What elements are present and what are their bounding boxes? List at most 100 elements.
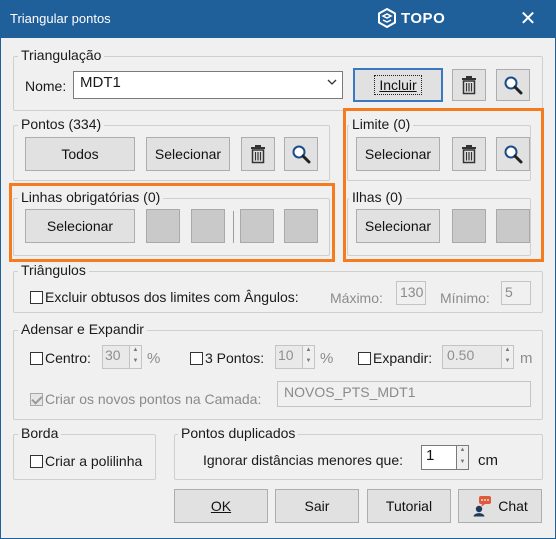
- brand-logo: TOPO: [378, 8, 445, 28]
- up-arrow-icon[interactable]: ▲: [130, 346, 141, 357]
- points-delete-button[interactable]: [241, 137, 275, 171]
- name-value: MDT1: [80, 74, 121, 91]
- lines-select-button[interactable]: Selecionar: [25, 209, 135, 243]
- exclude-obtuse-box[interactable]: [30, 290, 43, 304]
- lines-separator: [233, 211, 234, 243]
- expand-checkbox[interactable]: Expandir:: [358, 350, 432, 366]
- adensar-label: Adensar e Expandir: [18, 321, 147, 337]
- points-search-button[interactable]: [284, 137, 318, 171]
- limite-label: Limite (0): [349, 116, 414, 132]
- all-points-button[interactable]: Todos: [25, 137, 135, 171]
- ignore-distance-value: 1: [421, 445, 457, 470]
- ilhas-label: Ilhas (0): [349, 189, 406, 205]
- islands-select-button[interactable]: Selecionar: [356, 209, 440, 243]
- up-arrow-icon[interactable]: ▲: [303, 346, 314, 357]
- center-spinner[interactable]: 30 ▲ ▼: [102, 345, 142, 369]
- min-angle-input[interactable]: 5: [501, 281, 531, 305]
- create-layer-checkbox[interactable]: Criar os novos pontos na Camada:: [30, 391, 261, 407]
- ok-button[interactable]: OK: [174, 489, 268, 523]
- ignore-distance-spinner[interactable]: 1 ▲ ▼: [421, 445, 469, 470]
- min-label: Mínimo:: [440, 290, 490, 306]
- layer-name-input[interactable]: NOVOS_PTS_MDT1: [277, 381, 531, 407]
- lines-select-label: Selecionar: [46, 218, 114, 234]
- down-arrow-icon[interactable]: ▼: [502, 357, 513, 368]
- points-select-label: Selecionar: [154, 146, 222, 162]
- include-label: Incluir: [374, 75, 422, 95]
- down-arrow-icon[interactable]: ▼: [457, 458, 468, 470]
- center-value: 30: [102, 345, 130, 369]
- linhas-label: Linhas obrigatórias (0): [18, 189, 164, 205]
- max-label: Máximo:: [330, 290, 383, 306]
- ok-label: OK: [210, 498, 232, 514]
- spinner-arrows[interactable]: ▲ ▼: [130, 345, 142, 369]
- exclude-obtuse-label: Excluir obtusos dos limites com Ângulos:: [45, 289, 299, 305]
- islands-select-label: Selecionar: [364, 218, 432, 234]
- window-title: Triangular pontos: [10, 11, 111, 26]
- down-arrow-icon[interactable]: ▼: [303, 357, 314, 368]
- expand-spinner[interactable]: 0.50 ▲ ▼: [442, 345, 514, 369]
- expand-value: 0.50: [442, 345, 502, 369]
- expand-box[interactable]: [358, 351, 371, 365]
- create-polyline-checkbox[interactable]: Criar a polilinha: [30, 453, 142, 469]
- center-checkbox[interactable]: Centro:: [30, 350, 91, 366]
- create-polyline-box[interactable]: [30, 454, 43, 468]
- expand-unit: m: [520, 350, 533, 367]
- tutorial-button[interactable]: Tutorial: [367, 489, 451, 523]
- ignore-distance-label: Ignorar distâncias menores que:: [203, 452, 403, 468]
- create-layer-box[interactable]: [30, 392, 43, 406]
- name-label: Nome:: [25, 78, 67, 94]
- exit-label: Sair: [304, 498, 330, 514]
- duplicados-label: Pontos duplicados: [178, 425, 299, 441]
- chat-label: Chat: [498, 498, 528, 514]
- spinner-arrows[interactable]: ▲ ▼: [457, 445, 469, 470]
- down-arrow-icon[interactable]: ▼: [130, 357, 141, 368]
- chevron-down-icon: [327, 77, 337, 87]
- trash-icon: [462, 76, 476, 95]
- include-button[interactable]: Incluir: [353, 68, 443, 102]
- trash-icon: [462, 145, 476, 164]
- expand-label: Expandir:: [373, 350, 433, 366]
- limit-delete-button[interactable]: [452, 137, 486, 171]
- triangulacao-label: Triangulação: [18, 47, 105, 63]
- islands-tool-button-1[interactable]: [452, 209, 486, 243]
- magnifier-icon: [504, 76, 523, 95]
- lines-tool-button-2[interactable]: [191, 209, 225, 243]
- limit-select-button[interactable]: Selecionar: [356, 137, 440, 171]
- magnifier-icon: [292, 145, 311, 164]
- three-points-box[interactable]: [190, 351, 203, 365]
- lines-tool-button-3[interactable]: [240, 209, 274, 243]
- chat-button[interactable]: Chat: [458, 489, 542, 523]
- max-angle-input[interactable]: 130: [396, 281, 426, 305]
- topo-logo-icon: [378, 8, 396, 28]
- three-points-unit: %: [320, 350, 334, 367]
- three-points-checkbox[interactable]: 3 Pontos:: [190, 350, 264, 366]
- chat-icon: [473, 496, 492, 517]
- limit-select-label: Selecionar: [364, 146, 432, 162]
- lines-tool-button-4[interactable]: [284, 209, 318, 243]
- three-points-spinner[interactable]: 10 ▲ ▼: [275, 345, 315, 369]
- exit-button[interactable]: Sair: [275, 489, 359, 523]
- up-arrow-icon[interactable]: ▲: [502, 346, 513, 357]
- center-box[interactable]: [30, 351, 43, 365]
- borda-label: Borda: [18, 425, 62, 441]
- center-label: Centro:: [45, 350, 91, 366]
- layer-name-value: NOVOS_PTS_MDT1: [284, 384, 416, 400]
- search-button[interactable]: [496, 69, 530, 101]
- pontos-label: Pontos (334): [18, 116, 105, 132]
- exclude-obtuse-checkbox[interactable]: Excluir obtusos dos limites com Ângulos:: [30, 289, 299, 305]
- three-points-value: 10: [275, 345, 303, 369]
- center-unit: %: [147, 350, 161, 367]
- name-combobox[interactable]: MDT1: [73, 71, 343, 99]
- lines-tool-button-1[interactable]: [146, 209, 180, 243]
- tutorial-label: Tutorial: [385, 498, 433, 514]
- spinner-arrows[interactable]: ▲ ▼: [303, 345, 315, 369]
- islands-tool-button-2[interactable]: [496, 209, 530, 243]
- ignore-distance-unit: cm: [478, 452, 498, 469]
- points-select-button[interactable]: Selecionar: [146, 137, 230, 171]
- spinner-arrows[interactable]: ▲ ▼: [502, 345, 514, 369]
- delete-button[interactable]: [452, 69, 486, 101]
- triangulos-label: Triângulos: [18, 262, 89, 278]
- limit-search-button[interactable]: [496, 137, 530, 171]
- close-button[interactable]: ✕: [517, 6, 539, 31]
- up-arrow-icon[interactable]: ▲: [457, 446, 468, 458]
